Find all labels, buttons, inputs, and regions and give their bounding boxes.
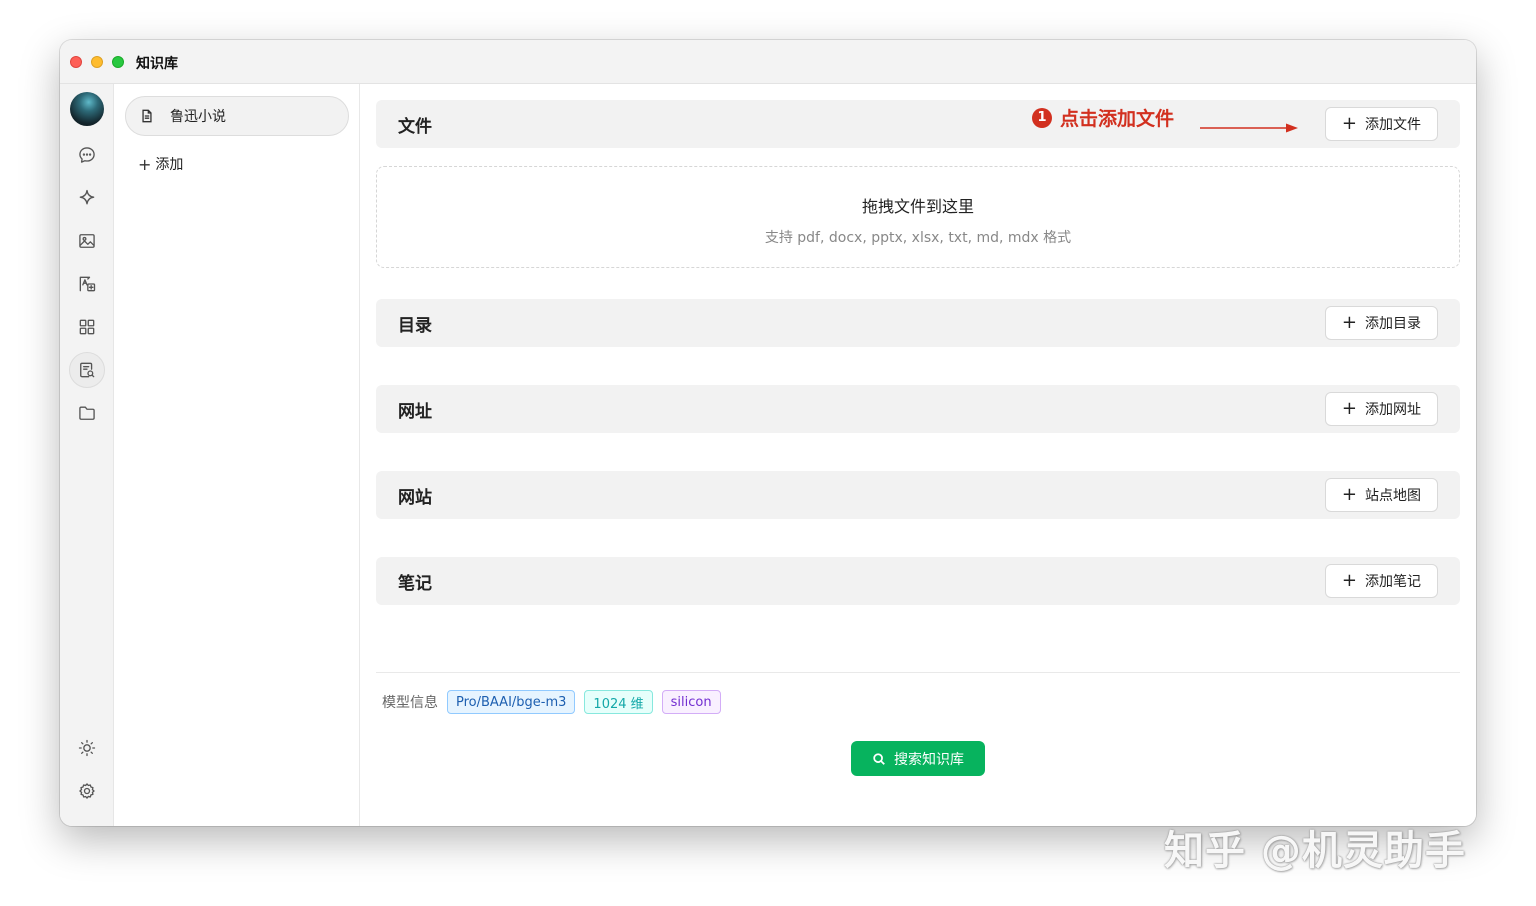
add-file-label: 添加文件 [1365, 117, 1421, 133]
dropzone-title: 拖拽文件到这里 [861, 197, 974, 216]
section-title: 文件 [398, 116, 432, 137]
section-title: 笔记 [398, 573, 432, 594]
section-website: 网站 + 站点地图 [376, 471, 1460, 519]
add-note-button[interactable]: + 添加笔记 [1324, 564, 1438, 598]
model-info: 模型信息 Pro/BAAI/bge-m3 1024 维 silicon [382, 690, 721, 714]
add-knowledge-base-button[interactable]: + 添加 [138, 154, 183, 174]
annotation-number: 1 [1032, 107, 1052, 128]
main-content: 文件 + 添加文件 1 点击添加文件 拖拽文件到这里 支持 pdf, docx,… [360, 84, 1476, 826]
avatar[interactable] [70, 92, 104, 126]
model-tag-provider: silicon [661, 690, 721, 714]
section-url: 网址 + 添加网址 [376, 385, 1460, 433]
image-icon[interactable] [69, 223, 105, 259]
plus-icon: + [1341, 484, 1357, 505]
plus-icon: + [1341, 398, 1357, 419]
sitemap-label: 站点地图 [1365, 488, 1421, 504]
search-button-label: 搜索知识库 [894, 751, 964, 768]
window-title: 知识库 [136, 56, 178, 72]
nav-rail [60, 84, 114, 826]
dropzone-subtitle: 支持 pdf, docx, pptx, xlsx, txt, md, mdx 格… [764, 230, 1072, 246]
add-label: 添加 [155, 157, 184, 173]
add-directory-label: 添加目录 [1365, 316, 1421, 332]
chat-icon[interactable] [69, 137, 105, 173]
annotation-text: 点击添加文件 [1060, 108, 1175, 130]
add-url-button[interactable]: + 添加网址 [1324, 392, 1438, 426]
close-window-button[interactable] [70, 56, 82, 68]
section-notes: 笔记 + 添加笔记 [376, 557, 1460, 605]
app-window: 知识库 鲁迅小说 + 添加 文件 + 添加文件 1 点击添加文件 拖拽文件到这里… [60, 40, 1476, 826]
knowledge-base-icon[interactable] [69, 352, 105, 388]
sparkle-icon[interactable] [69, 180, 105, 216]
search-icon [873, 752, 885, 765]
sitemap-button[interactable]: + 站点地图 [1324, 478, 1438, 512]
divider [376, 672, 1460, 673]
apps-grid-icon[interactable] [69, 309, 105, 345]
kb-item-luxun[interactable]: 鲁迅小说 [125, 96, 349, 136]
maximize-window-button[interactable] [112, 56, 124, 68]
section-title: 网站 [398, 487, 432, 508]
model-tag-name: Pro/BAAI/bge-m3 [447, 690, 576, 714]
add-url-label: 添加网址 [1365, 402, 1421, 418]
knowledge-base-list: 鲁迅小说 + 添加 [114, 84, 360, 826]
section-directory: 目录 + 添加目录 [376, 299, 1460, 347]
section-title: 网址 [398, 401, 432, 422]
model-info-label: 模型信息 [382, 695, 438, 711]
document-icon [142, 109, 152, 123]
model-tag-dimensions: 1024 维 [584, 690, 653, 714]
annotation: 1 点击添加文件 [1032, 104, 1174, 131]
file-dropzone[interactable]: 拖拽文件到这里 支持 pdf, docx, pptx, xlsx, txt, m… [376, 166, 1460, 268]
search-knowledge-base-button[interactable]: 搜索知识库 [851, 741, 985, 776]
translate-icon[interactable] [69, 266, 105, 302]
gear-icon[interactable] [69, 773, 105, 809]
add-note-label: 添加笔记 [1365, 574, 1421, 590]
minimize-window-button[interactable] [91, 56, 103, 68]
watermark: 知乎 @机灵助手 [1164, 828, 1466, 874]
plus-icon: + [1341, 312, 1357, 333]
add-file-button[interactable]: + 添加文件 [1324, 107, 1438, 141]
sun-icon[interactable] [69, 730, 105, 766]
title-bar: 知识库 [60, 40, 1476, 84]
section-title: 目录 [398, 315, 432, 336]
kb-item-label: 鲁迅小说 [170, 109, 226, 125]
plus-icon: + [1341, 570, 1357, 591]
annotation-arrow-icon [1200, 123, 1298, 133]
add-directory-button[interactable]: + 添加目录 [1324, 306, 1438, 340]
plus-icon: + [138, 154, 152, 174]
folder-icon[interactable] [69, 395, 105, 431]
plus-icon: + [1341, 113, 1357, 134]
